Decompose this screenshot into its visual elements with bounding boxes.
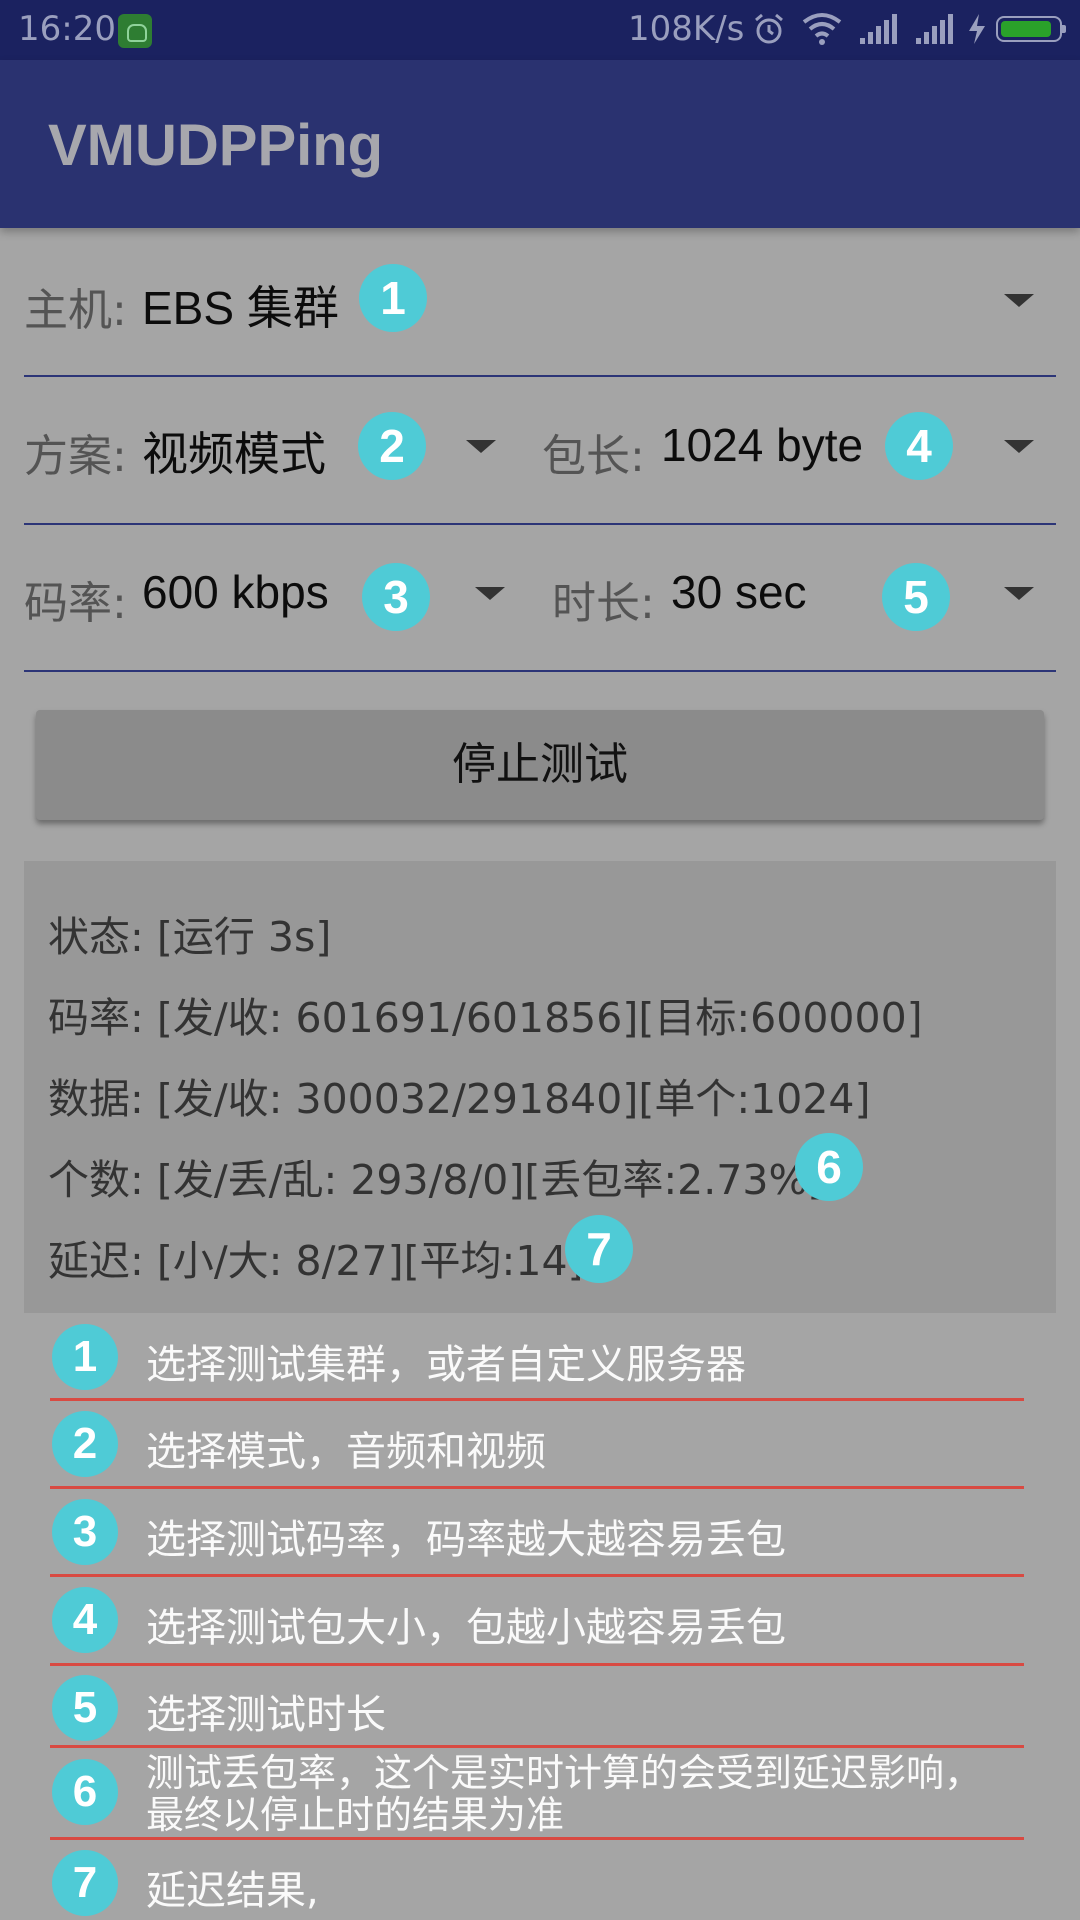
host-value: EBS 集群	[142, 282, 339, 334]
badge-6: 6	[795, 1133, 863, 1201]
signal-icon	[916, 14, 953, 44]
legend-item: 7 延迟结果,	[50, 1840, 1024, 1920]
stat-data: 数据: [发/收: 300032/291840][单个:1024]	[48, 1075, 871, 1123]
legend-text: 延迟结果,	[146, 1868, 319, 1914]
packet-size-value: 1024 byte	[661, 419, 864, 471]
legend-item: 5 选择测试时长	[50, 1666, 1024, 1748]
legend-text: 选择测试包大小，包越小越容易丢包	[146, 1605, 786, 1651]
stat-status: 状态: [运行 3s]	[48, 913, 332, 961]
legend-badge: 5	[52, 1675, 118, 1741]
status-bar: 16:20 108K/s	[0, 0, 1080, 60]
stat-latency: 延迟: [小/大: 8/27][平均:14]	[48, 1237, 584, 1285]
bitrate-duration-row: 码率: 600 kbps 3 时长: 30 sec 5	[24, 523, 1056, 672]
alarm-icon	[755, 13, 783, 44]
legend-badge: 3	[52, 1499, 118, 1565]
signal-icon	[860, 14, 897, 44]
legend-badge: 4	[52, 1587, 118, 1653]
chevron-down-icon[interactable]	[475, 587, 505, 600]
badge-5: 5	[882, 563, 950, 631]
stat-bitrate: 码率: [发/收: 601691/601856][目标:600000]	[48, 994, 923, 1042]
legend-text-line1: 测试丢包率，这个是实时计算的会受到延迟影响，	[146, 1751, 983, 1795]
app-bar: VMUDPPing	[0, 60, 1080, 228]
duration-value: 30 sec	[671, 566, 807, 618]
network-speed: 108K/s	[628, 9, 745, 49]
legend-text: 选择模式，音频和视频	[146, 1429, 546, 1475]
legend-text: 选择测试时长	[146, 1692, 386, 1738]
legend-badge: 6	[52, 1759, 118, 1825]
badge-4: 4	[885, 412, 953, 480]
bitrate-label: 码率:	[24, 578, 127, 629]
wifi-icon	[802, 13, 842, 45]
battery-icon	[996, 16, 1066, 42]
chevron-down-icon[interactable]	[1004, 440, 1034, 453]
legend-badge: 2	[52, 1411, 118, 1477]
stop-test-button[interactable]: 停止测试	[36, 710, 1044, 820]
stat-count: 个数: [发/丢/乱: 293/8/0][丢包率:2.73%]	[48, 1156, 824, 1204]
bitrate-value: 600 kbps	[142, 566, 329, 618]
legend-badge: 7	[52, 1850, 118, 1916]
legend-item: 2 选择模式，音频和视频	[50, 1401, 1024, 1489]
legend-text-line2: 最终以停止时的结果为准	[146, 1793, 565, 1837]
legend-badge: 1	[52, 1324, 118, 1390]
charging-icon	[969, 14, 985, 44]
scheme-label: 方案:	[24, 431, 127, 482]
host-label: 主机:	[24, 285, 127, 336]
legend-item: 4 选择测试包大小，包越小越容易丢包	[50, 1577, 1024, 1666]
legend-item: 6 测试丢包率，这个是实时计算的会受到延迟影响， 最终以停止时的结果为准	[50, 1748, 1024, 1840]
duration-label: 时长:	[552, 578, 655, 629]
app-title: VMUDPPing	[48, 113, 384, 178]
legend-text: 测试丢包率，这个是实时计算的会受到延迟影响， 最终以停止时的结果为准	[146, 1752, 982, 1836]
chevron-down-icon[interactable]	[1004, 294, 1034, 307]
status-time: 16:20	[18, 9, 116, 49]
chevron-down-icon[interactable]	[1004, 587, 1034, 600]
badge-2: 2	[358, 412, 426, 480]
chevron-down-icon[interactable]	[466, 440, 496, 453]
scheme-value: 视频模式	[142, 428, 326, 480]
badge-3: 3	[362, 563, 430, 631]
stats-panel: 状态: [运行 3s] 码率: [发/收: 601691/601856][目标:…	[24, 861, 1056, 1313]
badge-7: 7	[565, 1215, 633, 1283]
badge-1: 1	[359, 264, 427, 332]
legend-text: 选择测试集群，或者自定义服务器	[146, 1342, 746, 1388]
legend-item: 1 选择测试集群，或者自定义服务器	[50, 1320, 1024, 1401]
legend-item: 3 选择测试码率，码率越大越容易丢包	[50, 1489, 1024, 1577]
android-app-icon	[118, 14, 152, 48]
host-selector[interactable]: 主机: EBS 集群 1	[24, 228, 1056, 377]
packet-size-label: 包长:	[542, 431, 645, 482]
legend-text: 选择测试码率，码率越大越容易丢包	[146, 1517, 786, 1563]
scheme-packet-row: 方案: 视频模式 2 包长: 1024 byte 4	[24, 376, 1056, 525]
